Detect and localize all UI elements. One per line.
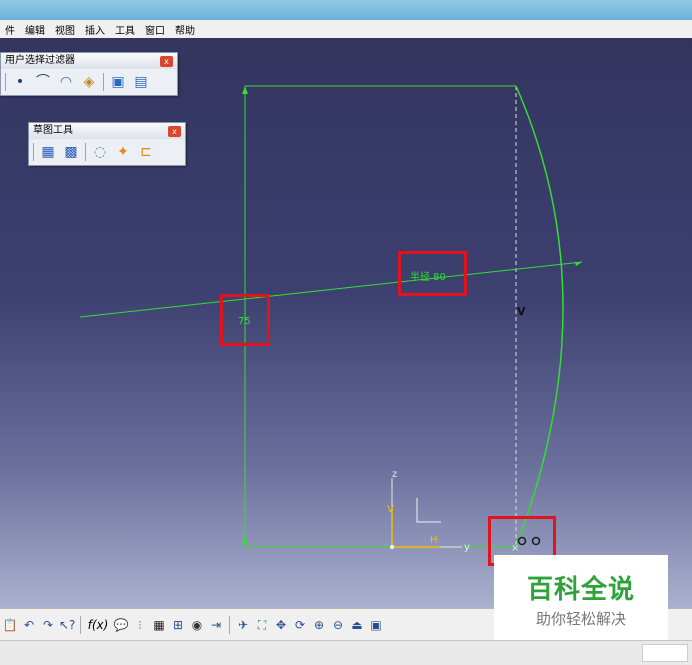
highlight-radius-dimension [398, 251, 467, 296]
close-icon[interactable]: x [160, 55, 173, 67]
vertical-constraint-label: V [517, 305, 526, 318]
toolbar-separator [5, 73, 6, 91]
fly-mode-icon[interactable]: ✈ [235, 616, 251, 634]
toolbar-icons: • ⌒ ◠ ◈ ▣ ▤ [1, 69, 177, 95]
formula-icon[interactable]: f(x) [86, 616, 110, 634]
toolbar-separator [80, 616, 81, 634]
highlight-length-dimension [220, 294, 270, 346]
fit-all-icon[interactable]: ⛶ [254, 616, 270, 634]
tree-icon[interactable]: ⊞ [170, 616, 186, 634]
zoom-out-icon[interactable]: ⊖ [330, 616, 346, 634]
undo-icon[interactable]: ↶ [21, 616, 37, 634]
toolbar-separator [229, 616, 230, 634]
dimensional-constraint-icon[interactable]: ⊏ [137, 143, 155, 161]
toolbar-title[interactable]: 用户选择过滤器 x [1, 53, 177, 69]
menu-view[interactable]: 视图 [50, 22, 80, 37]
property-icon[interactable]: ⁝ [132, 616, 148, 634]
curve-filter-icon[interactable]: ⌒ [34, 73, 52, 91]
sketch-tools-toolbar[interactable]: 草图工具 x ▦ ▩ ◌ ✦ ⊏ [28, 122, 186, 166]
toolbar-title[interactable]: 草图工具 x [29, 123, 185, 139]
view-orientation-icon [416, 498, 441, 523]
feature-filter-icon[interactable]: ▣ [109, 73, 127, 91]
toolbar-separator [103, 73, 104, 91]
views-icon[interactable]: ▣ [368, 616, 384, 634]
geometric-constraint-icon[interactable]: ✦ [114, 143, 132, 161]
knowledge-icon[interactable]: 💬 [113, 616, 129, 634]
menu-bar: 件 编辑 视图 插入 工具 窗口 帮助 [0, 20, 692, 39]
surface-filter-icon[interactable]: ◠ [57, 73, 75, 91]
sketch-viewport[interactable]: 半径 80 75 V z y V H × 用户选择过滤器 x • ⌒ ◠ ◈ ▣… [0, 38, 692, 608]
paste-icon[interactable]: 📋 [2, 616, 18, 634]
toolbar-separator [85, 143, 86, 161]
command-input[interactable] [642, 644, 688, 662]
axis-v-label: V [387, 504, 394, 515]
point-filter-icon[interactable]: • [11, 73, 29, 91]
redo-icon[interactable]: ↷ [40, 616, 56, 634]
user-selection-filter-toolbar[interactable]: 用户选择过滤器 x • ⌒ ◠ ◈ ▣ ▤ [0, 52, 178, 96]
toolbar-title-text: 用户选择过滤器 [5, 55, 75, 66]
toolbar-title-text: 草图工具 [33, 125, 73, 136]
watermark-logo: 百科全说 助你轻松解决 [494, 555, 668, 640]
watermark-sub-text: 助你轻松解决 [535, 610, 626, 628]
whats-this-icon[interactable]: ↖? [59, 616, 75, 634]
axis-y-label: y [464, 542, 470, 553]
menu-help[interactable]: 帮助 [170, 22, 200, 37]
toolbar-icons: ▦ ▩ ◌ ✦ ⊏ [29, 139, 185, 165]
normal-view-icon[interactable]: ⏏ [349, 616, 365, 634]
snap-to-point-icon[interactable]: ▩ [62, 143, 80, 161]
axis-z-label: z [392, 469, 397, 480]
zoom-in-icon[interactable]: ⊕ [311, 616, 327, 634]
menu-tools[interactable]: 工具 [110, 22, 140, 37]
volume-filter-icon[interactable]: ◈ [80, 73, 98, 91]
menu-insert[interactable]: 插入 [80, 22, 110, 37]
pan-icon[interactable]: ✥ [273, 616, 289, 634]
toolbar-separator [33, 143, 34, 161]
axis-h-label: H [430, 535, 438, 546]
intersection-filter-icon[interactable]: ▤ [132, 73, 150, 91]
dimension-arrow-bottom [242, 539, 248, 547]
menu-edit[interactable]: 编辑 [20, 22, 50, 37]
close-icon[interactable]: x [168, 125, 181, 137]
dimension-arrow-top [242, 86, 248, 94]
axis-origin [390, 545, 394, 549]
construction-element-icon[interactable]: ◌ [91, 143, 109, 161]
dimension-arrow [575, 262, 582, 266]
table-icon[interactable]: ▦ [151, 616, 167, 634]
radius-dimension-line[interactable] [79, 261, 583, 318]
swap-icon[interactable]: ⇥ [208, 616, 224, 634]
camera-icon[interactable]: ◉ [189, 616, 205, 634]
watermark-main-text: 百科全说 [526, 575, 635, 605]
window-title-bar [0, 0, 692, 20]
menu-file[interactable]: 件 [0, 22, 20, 37]
grid-icon[interactable]: ▦ [39, 143, 57, 161]
status-bar [0, 640, 692, 665]
rotate-icon[interactable]: ⟳ [292, 616, 308, 634]
menu-window[interactable]: 窗口 [140, 22, 170, 37]
